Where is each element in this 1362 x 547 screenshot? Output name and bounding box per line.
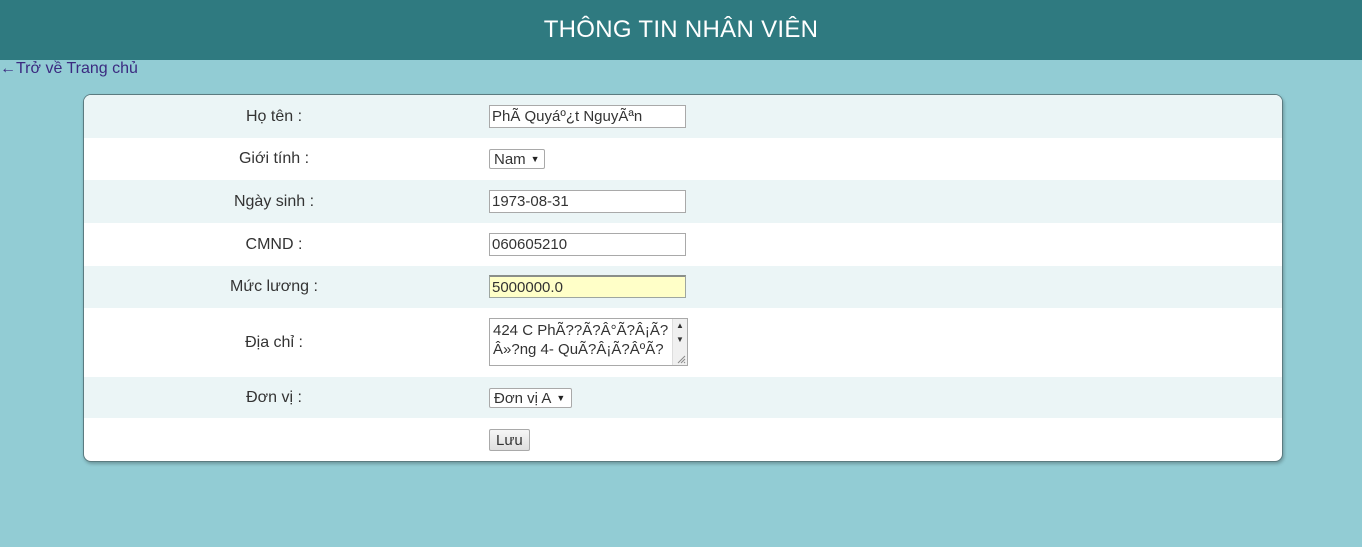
form-row-unit: Đơn vị : Đơn vị A ▼ xyxy=(84,377,1282,418)
back-to-home-link[interactable]: ←Trở về Trang chủ xyxy=(0,60,138,78)
form-row-birthdate: Ngày sinh : xyxy=(84,180,1282,223)
name-input[interactable] xyxy=(489,105,686,128)
scroll-down-icon[interactable]: ▼ xyxy=(673,333,687,347)
resize-grip-icon[interactable] xyxy=(676,354,686,364)
gender-selected-value: Nam xyxy=(494,150,526,168)
id-card-input[interactable] xyxy=(489,233,686,256)
form-row-name: Họ tên : xyxy=(84,95,1282,138)
employee-form: Họ tên : Giới tính : Nam ▼ Ngày sinh : C… xyxy=(83,94,1283,462)
page-title: THÔNG TIN NHÂN VIÊN xyxy=(543,16,819,43)
birthdate-label: Ngày sinh : xyxy=(233,192,315,210)
name-label: Họ tên : xyxy=(245,107,303,125)
save-button[interactable]: Lưu xyxy=(489,429,530,451)
chevron-down-icon: ▼ xyxy=(556,393,566,403)
form-row-address: Địa chỉ : 424 C PhÃ??Ã?Â°Ã?Â¡Ã?Â»?ng 4- … xyxy=(84,308,1282,377)
salary-label: Mức lương : xyxy=(230,278,318,295)
scroll-up-icon[interactable]: ▲ xyxy=(673,319,687,333)
page-header: THÔNG TIN NHÂN VIÊN xyxy=(0,0,1362,60)
birthdate-input[interactable] xyxy=(489,190,686,213)
form-row-actions: Lưu xyxy=(84,418,1282,461)
unit-select[interactable]: Đơn vị A ▼ xyxy=(489,388,572,408)
unit-selected-value: Đơn vị A xyxy=(494,389,552,407)
salary-input[interactable] xyxy=(489,275,686,298)
gender-select[interactable]: Nam ▼ xyxy=(489,149,545,169)
form-row-salary: Mức lương : xyxy=(84,266,1282,308)
gender-label: Giới tính : xyxy=(238,150,310,167)
chevron-down-icon: ▼ xyxy=(530,154,540,164)
address-text: 424 C PhÃ??Ã?Â°Ã?Â¡Ã?Â»?ng 4- QuÃ?Â¡Ã?Âº… xyxy=(493,322,669,358)
unit-label: Đơn vị : xyxy=(246,388,302,406)
form-row-id-card: CMND : xyxy=(84,223,1282,266)
address-label: Địa chỉ : xyxy=(245,333,303,351)
address-textarea[interactable]: 424 C PhÃ??Ã?Â°Ã?Â¡Ã?Â»?ng 4- QuÃ?Â¡Ã?Âº… xyxy=(489,318,688,366)
id-card-label: CMND : xyxy=(245,235,303,253)
form-row-gender: Giới tính : Nam ▼ xyxy=(84,138,1282,180)
